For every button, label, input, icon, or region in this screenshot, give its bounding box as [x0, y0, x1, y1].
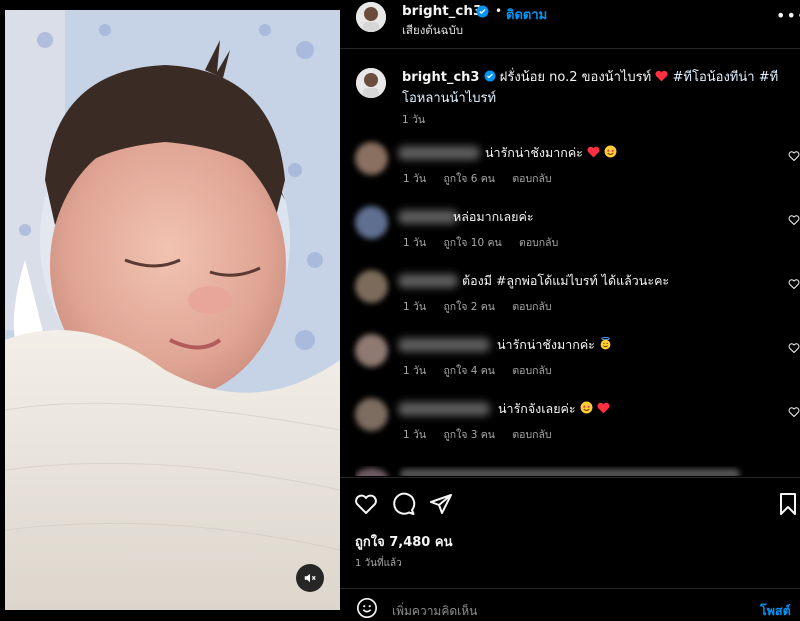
comment-likes[interactable]: ถูกใจ 10 คน	[443, 237, 501, 249]
comment-like-icon[interactable]	[788, 406, 800, 418]
reply-button[interactable]: ตอบกลับ	[512, 429, 551, 441]
share-icon[interactable]	[429, 492, 453, 516]
comment-likes[interactable]: ถูกใจ 3 คน	[443, 429, 495, 441]
save-icon[interactable]	[778, 492, 798, 516]
red-heart-icon	[597, 402, 610, 414]
commenter-avatar[interactable]	[355, 142, 388, 175]
commenter-avatar[interactable]	[355, 206, 388, 239]
caption-text: ฝรั่งน้อย no.2 ของน้าไบรท์	[499, 70, 652, 85]
comment-likes[interactable]: ถูกใจ 2 คน	[443, 301, 495, 313]
reply-button[interactable]: ตอบกลับ	[512, 365, 551, 377]
comment-like-icon[interactable]	[788, 214, 800, 226]
author-avatar[interactable]	[356, 2, 386, 32]
caption-time: 1 วัน	[402, 114, 426, 126]
like-count[interactable]: ถูกใจ 7,480 คน	[355, 531, 452, 552]
comment-like-icon[interactable]	[788, 342, 800, 354]
commenter-avatar[interactable]	[355, 398, 388, 431]
verified-icon	[476, 5, 489, 18]
comment-body: หล่อมากเลยค่ะ	[453, 209, 534, 224]
comment-text: ต้องมี #ลูกพ่อโด้แม่ไบรท์ ได้แล้วนะคะ	[462, 271, 669, 291]
post-photo[interactable]	[5, 10, 340, 610]
red-heart-icon	[587, 146, 600, 158]
add-comment-input[interactable]: เพิ่มความคิดเห็น	[392, 602, 477, 621]
comment-body: น่ารักจังเลยค่ะ	[498, 401, 576, 416]
comment-item: ต้องมี #ลูกพ่อโด้แม่ไบรท์ ได้แล้วนะคะ 1 …	[340, 270, 800, 333]
comment-likes[interactable]: ถูกใจ 4 คน	[443, 365, 495, 377]
comment-meta: 1 วัน ถูกใจ 4 คน ตอบกลับ	[403, 362, 566, 379]
caption-avatar[interactable]	[356, 68, 386, 98]
post-media	[0, 0, 340, 620]
comment-time: 1 วัน	[403, 301, 427, 313]
more-icon[interactable]: •••	[776, 6, 800, 25]
star-eyes-emoji-icon	[580, 401, 593, 414]
mute-icon	[304, 573, 316, 583]
caption: bright_ch3 ฝรั่งน้อย no.2 ของน้าไบรท์ #ท…	[402, 67, 787, 109]
comment-meta: 1 วัน ถูกใจ 2 คน ตอบกลับ	[403, 298, 566, 315]
comment-body: น่ารักน่าชังมากค่ะ	[485, 145, 583, 160]
add-comment-bar: เพิ่มความคิดเห็น โพสต์	[340, 588, 800, 621]
comment-text: น่ารักน่าชังมากค่ะ	[485, 143, 617, 163]
comment-time: 1 วัน	[403, 237, 427, 249]
comment-item: หล่อมากเลยค่ะ 1 วัน ถูกใจ 10 คน ตอบกลับ	[340, 206, 800, 269]
next-comment-partial	[355, 466, 775, 476]
commenter-username-blurred[interactable]	[398, 210, 458, 224]
commenter-avatar[interactable]	[355, 334, 388, 367]
caption-username[interactable]: bright_ch3	[402, 70, 479, 85]
commenter-username-blurred[interactable]	[398, 146, 480, 160]
verified-icon	[484, 70, 496, 82]
comment-meta: 1 วัน ถูกใจ 6 คน ตอบกลับ	[403, 170, 566, 187]
post-panel: bright_ch3 • ติดตาม เสียงต้นฉบับ ••• bri…	[340, 0, 800, 620]
comment-meta: 1 วัน ถูกใจ 10 คน ตอบกลับ	[403, 234, 572, 251]
comment-item: น่ารักน่าชังมากค่ะ 1 วัน ถูกใจ 4 คน ตอบก…	[340, 334, 800, 397]
comment-like-icon[interactable]	[788, 278, 800, 290]
reply-button[interactable]: ตอบกลับ	[512, 173, 551, 185]
comment-time: 1 วัน	[403, 173, 427, 185]
comment-time: 1 วัน	[403, 365, 427, 377]
audio-label[interactable]: เสียงต้นฉบับ	[402, 22, 463, 40]
comment-body: น่ารักน่าชังมากค่ะ	[497, 337, 595, 352]
comment-text: น่ารักน่าชังมากค่ะ	[497, 335, 612, 355]
emoji-icon[interactable]	[356, 597, 378, 619]
angel-emoji-icon	[600, 337, 611, 350]
commenter-username-blurred[interactable]	[398, 402, 490, 416]
hashtag-link[interactable]: #ทีโอน้องทีน่า	[673, 70, 755, 85]
comment-text: น่ารักจังเลยค่ะ	[498, 399, 610, 419]
commenter-avatar[interactable]	[355, 270, 388, 303]
red-heart-icon	[655, 70, 668, 82]
action-bar	[340, 477, 800, 515]
reply-button[interactable]: ตอบกลับ	[512, 301, 551, 313]
comment-icon[interactable]	[392, 492, 416, 516]
comment-likes[interactable]: ถูกใจ 6 คน	[443, 173, 495, 185]
comment-time: 1 วัน	[403, 429, 427, 441]
post-comment-button[interactable]: โพสต์	[760, 601, 791, 621]
star-eyes-emoji-icon	[604, 145, 617, 158]
comment-text: หล่อมากเลยค่ะ	[453, 207, 534, 227]
mute-button[interactable]	[296, 564, 324, 592]
header-separator: •	[495, 4, 503, 18]
post-header: bright_ch3 • ติดตาม เสียงต้นฉบับ •••	[340, 0, 800, 49]
like-icon[interactable]	[354, 493, 378, 515]
comment-item: น่ารักน่าชังมากค่ะ 1 วัน ถูกใจ 6 คน ตอบก…	[340, 142, 800, 205]
commenter-username-blurred[interactable]	[398, 274, 458, 288]
comment-body: ต้องมี #ลูกพ่อโด้แม่ไบรท์ ได้แล้วนะคะ	[462, 273, 670, 288]
commenter-username-blurred[interactable]	[398, 338, 490, 352]
post-time: 1 วันที่แล้ว	[355, 558, 402, 569]
author-username[interactable]: bright_ch3	[402, 3, 482, 19]
comment-meta: 1 วัน ถูกใจ 3 คน ตอบกลับ	[403, 426, 566, 443]
comment-item: น่ารักจังเลยค่ะ 1 วัน ถูกใจ 3 คน ตอบกลับ	[340, 398, 800, 461]
baby-photo-illustration	[5, 10, 340, 610]
follow-button[interactable]: ติดตาม	[506, 4, 547, 25]
reply-button[interactable]: ตอบกลับ	[519, 237, 558, 249]
comment-like-icon[interactable]	[788, 150, 800, 162]
